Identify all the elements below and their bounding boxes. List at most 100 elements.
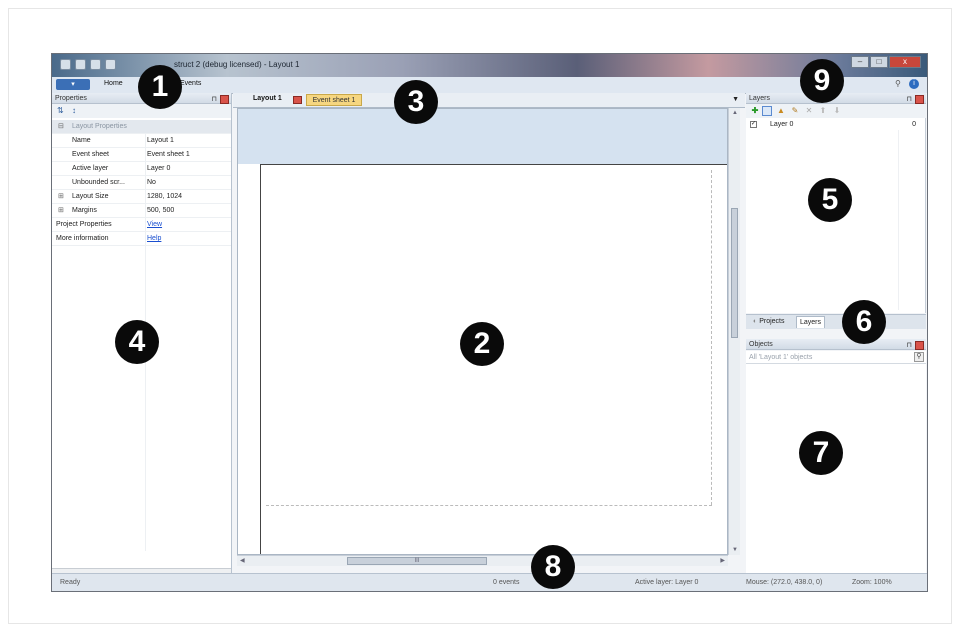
property-key: Active layer [72,165,109,172]
file-menu-button[interactable]: ▾ [56,79,90,90]
projects-icon: ◐ [753,318,758,325]
tab-event-sheet-1[interactable]: Event sheet 1 [306,94,362,106]
property-key: More information [56,235,109,242]
categorized-sort-icon[interactable]: ⇅ [57,106,64,115]
tab-projects[interactable]: ◐ Projects [750,316,787,328]
move-down-icon[interactable]: ⬇ [832,106,842,116]
tab-layers[interactable]: Layers [796,316,826,328]
status-ready: Ready [60,579,81,586]
property-value[interactable]: Layer 0 [147,162,170,175]
vertical-scroll-thumb[interactable] [731,208,738,338]
category-row[interactable]: ⊟ Layout Properties [52,120,231,134]
info-icon[interactable]: i [909,79,919,89]
property-key: Unbounded scr... [72,179,125,186]
callout-9: 9 [800,59,844,103]
objects-filter-label: All 'Layout 1' objects [749,354,813,361]
property-row[interactable]: Unbounded scr... No [52,176,231,190]
property-value[interactable]: 500, 500 [147,204,174,217]
right-panels: Layers ⊓ ✚ ▲ ✎ ✕ ⬆ ⬇ ✓ Layer 0 0 ◐ Proje… [746,93,927,573]
properties-grid: ⊟ Layout Properties Name Layout 1 Event … [52,120,231,246]
callout-2: 2 [460,322,504,366]
expand-icon[interactable]: ⊞ [58,190,64,203]
close-icon[interactable] [220,95,229,104]
property-value[interactable]: No [147,176,156,189]
close-icon[interactable] [915,341,924,350]
tab-events[interactable]: Events [180,80,201,87]
save-icon[interactable] [75,59,86,70]
tab-layout-1[interactable]: Layout 1 [253,95,282,102]
property-value[interactable]: Layout 1 [147,134,174,147]
app-menu-icon[interactable] [60,59,71,70]
window-size-guide-vertical [711,170,712,505]
close-tab-icon[interactable] [293,96,302,104]
properties-title: Properties [55,95,87,102]
property-key: Name [72,137,91,144]
redo-icon[interactable] [105,59,116,70]
edit-layer-icon[interactable]: ✎ [790,106,800,116]
scroll-left-icon[interactable]: ◀ [240,557,245,564]
property-value[interactable]: Event sheet 1 [147,148,190,161]
pin-icon[interactable]: ⚲ [895,79,905,89]
window-title: struct 2 (debug licensed) - Layout 1 [174,60,300,69]
property-key: Margins [72,207,97,214]
horizontal-scrollbar[interactable]: ◀ III ▶ [237,555,728,566]
alphabetical-sort-icon[interactable]: ↕ [72,106,76,115]
document-tabs: Layout 1 Event sheet 1 ▼ [233,93,745,108]
property-row[interactable]: ⊞ Layout Size 1280, 1024 [52,190,231,204]
callout-8: 8 [531,545,575,589]
margin-area [238,109,727,164]
objects-filter[interactable]: All 'Layout 1' objects ⚲ [746,351,926,364]
add-layer-icon[interactable]: ✚ [750,106,760,116]
property-row[interactable]: Event sheet Event sheet 1 [52,148,231,162]
layer-visible-checkbox[interactable]: ✓ [750,121,757,128]
delete-layer-icon[interactable]: ✕ [804,106,814,116]
status-events: 0 events [493,579,520,586]
collapse-icon[interactable]: ⊟ [58,120,64,133]
property-row[interactable]: Project Properties View [52,218,231,232]
category-label: Layout Properties [72,123,127,130]
status-zoom: Zoom: 100% [852,579,892,586]
close-button[interactable]: x [889,56,921,68]
panel-tabs: ◐ Projects Layers [746,314,926,329]
callout-1: 1 [138,65,182,109]
objects-header: Objects ⊓ [746,339,926,350]
select-layer-icon[interactable] [762,106,772,116]
callout-4: 4 [115,320,159,364]
list-item[interactable]: ✓ Layer 0 0 [748,120,922,130]
title-bar: struct 2 (debug licensed) - Layout 1 – □… [52,54,927,77]
view-link[interactable]: View [147,218,162,231]
maximize-button[interactable]: □ [870,56,888,68]
pin-icon[interactable]: ⊓ [907,340,912,351]
layers-title: Layers [749,95,771,102]
help-link[interactable]: Help [147,232,161,245]
property-row[interactable]: Active layer Layer 0 [52,162,231,176]
scroll-up-icon[interactable]: ▲ [732,110,738,116]
callout-6: 6 [842,300,886,344]
property-value[interactable]: 1280, 1024 [147,190,182,203]
property-row[interactable]: More information Help [52,232,231,246]
window-controls: – □ x [851,56,921,68]
ribbon: ▾ Home Events ⚲ i [52,77,927,94]
lock-icon[interactable]: ▲ [776,106,786,116]
scroll-right-icon[interactable]: ▶ [720,557,725,564]
minimize-button[interactable]: – [851,56,869,68]
layer-name: Layer 0 [770,121,794,128]
search-icon[interactable]: ⚲ [914,352,924,362]
property-key: Project Properties [56,221,112,228]
horizontal-scroll-thumb[interactable]: III [347,557,487,565]
move-up-icon[interactable]: ⬆ [818,106,828,116]
tab-list-dropdown-icon[interactable]: ▼ [732,96,739,103]
vertical-scrollbar[interactable]: ▲ ▼ [728,108,740,555]
close-icon[interactable] [915,95,924,104]
scroll-down-icon[interactable]: ▼ [732,547,738,553]
callout-3: 3 [394,80,438,124]
tab-home[interactable]: Home [104,80,123,87]
property-key: Layout Size [72,193,109,200]
property-row[interactable]: Name Layout 1 [52,134,231,148]
expand-icon[interactable]: ⊞ [58,204,64,217]
status-bar: Ready 0 events Active layer: Layer 0 Mou… [52,573,927,591]
status-active-layer: Active layer: Layer 0 [635,579,699,586]
properties-sort-bar: ⇅ ↕ [52,104,231,118]
property-row[interactable]: ⊞ Margins 500, 500 [52,204,231,218]
undo-icon[interactable] [90,59,101,70]
